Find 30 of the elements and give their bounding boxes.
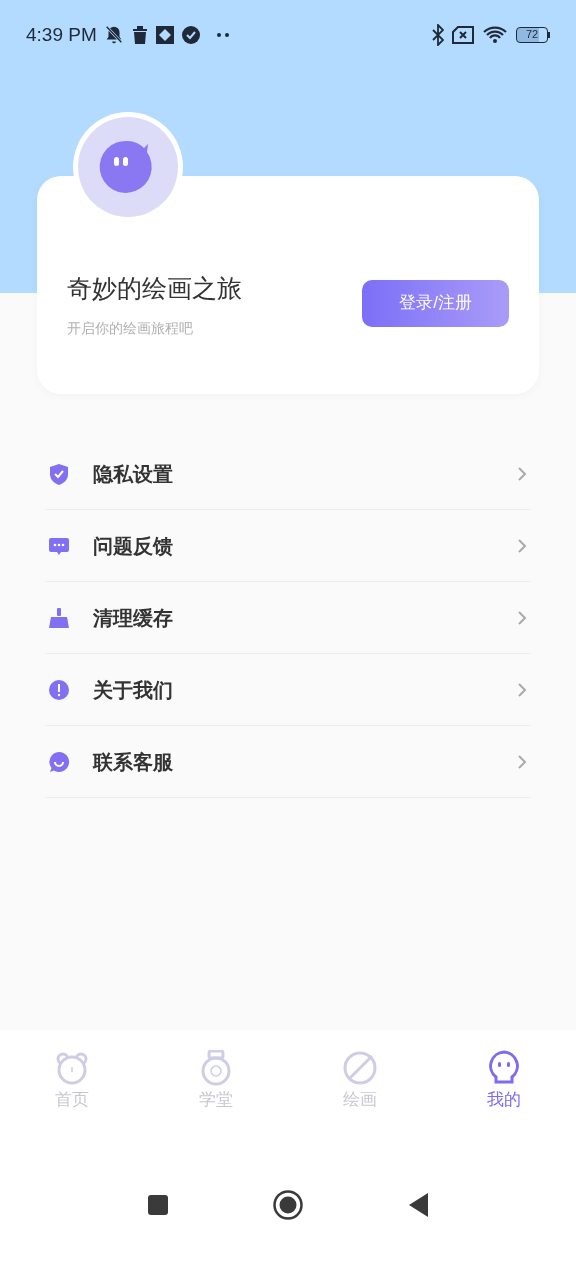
profile-subtitle: 开启你的绘画旅程吧 — [67, 318, 194, 338]
bear-icon — [54, 1050, 90, 1086]
bluetooth-icon — [432, 24, 444, 46]
menu-item[interactable]: 隐私设置 — [45, 438, 531, 510]
smile-chat-icon — [48, 750, 70, 773]
chevron-right-icon — [517, 753, 527, 770]
exclamation-circle-icon — [48, 678, 70, 701]
wifi-icon — [482, 25, 508, 45]
ghost-icon — [486, 1050, 522, 1086]
trash-icon — [130, 25, 149, 45]
chevron-right-icon — [517, 465, 527, 482]
chevron-right-icon — [517, 681, 527, 698]
broom-icon — [48, 606, 70, 629]
home-button[interactable] — [273, 1190, 303, 1220]
menu-item[interactable]: 清理缓存 — [45, 582, 531, 654]
recents-button[interactable] — [147, 1194, 169, 1216]
no-sim-icon — [452, 26, 474, 44]
status-time: 4:39 PM — [26, 22, 97, 47]
battery-icon: 72 — [516, 27, 550, 43]
more-dots-icon — [214, 32, 231, 38]
menu-item[interactable]: 联系客服 — [45, 726, 531, 798]
chevron-right-icon — [517, 537, 527, 554]
shield-check-icon — [48, 462, 70, 485]
profile-title: 奇妙的绘画之旅 — [67, 272, 242, 304]
menu-item[interactable]: 问题反馈 — [45, 510, 531, 582]
chevron-right-icon — [517, 609, 527, 626]
menu-item[interactable]: 关于我们 — [45, 654, 531, 726]
check-circle-icon — [180, 25, 201, 45]
tab[interactable]: 我的 — [482, 1050, 526, 1120]
back-button[interactable] — [407, 1192, 429, 1218]
